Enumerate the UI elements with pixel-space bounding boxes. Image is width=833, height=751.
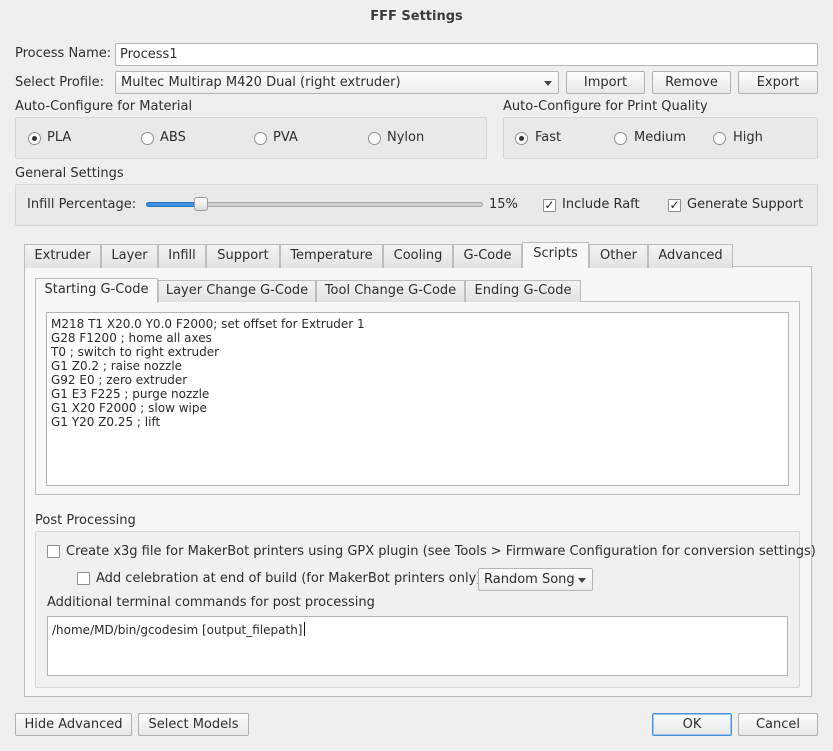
tab-cooling[interactable]: Cooling xyxy=(383,244,453,268)
terminal-commands-editor[interactable]: /home/MD/bin/gcodesim [output_filepath] xyxy=(47,616,788,676)
include-raft-checkbox[interactable]: ✓ xyxy=(543,199,556,212)
ok-button[interactable]: OK xyxy=(652,713,732,736)
material-label-pla: PLA xyxy=(47,130,72,145)
general-settings-title: General Settings xyxy=(15,166,124,181)
terminal-commands-text: /home/MD/bin/gcodesim [output_filepath] xyxy=(52,623,303,637)
tab-advanced[interactable]: Advanced xyxy=(648,244,733,268)
quality-label-fast: Fast xyxy=(535,130,562,145)
profile-select-value: Multec Multirap M420 Dual (right extrude… xyxy=(121,75,401,90)
infill-label: Infill Percentage: xyxy=(27,197,137,212)
gcode-line: G1 X20 F2000 ; slow wipe xyxy=(51,401,207,415)
hide-advanced-button[interactable]: Hide Advanced xyxy=(15,713,132,736)
starting-gcode-editor[interactable]: M218 T1 X20.0 Y0.0 F2000; set offset for… xyxy=(46,312,789,486)
infill-slider-handle[interactable] xyxy=(194,197,208,211)
gcode-line: G92 E0 ; zero extruder xyxy=(51,373,188,387)
tab-scripts[interactable]: Scripts xyxy=(522,242,589,268)
gcode-line: G28 F1200 ; home all axes xyxy=(51,331,212,345)
chevron-down-icon xyxy=(578,578,586,583)
post-processing-title: Post Processing xyxy=(35,513,136,528)
tab-layer[interactable]: Layer xyxy=(101,244,158,268)
subtab-layer-change-gcode[interactable]: Layer Change G-Code xyxy=(158,280,316,302)
quality-radio-fast[interactable] xyxy=(515,132,528,145)
celebration-checkbox[interactable] xyxy=(77,572,90,585)
tab-gcode[interactable]: G-Code xyxy=(453,244,522,268)
material-group-title: Auto-Configure for Material xyxy=(15,99,193,114)
tab-support[interactable]: Support xyxy=(206,244,280,268)
select-profile-label: Select Profile: xyxy=(15,75,105,90)
gcode-line: T0 ; switch to right extruder xyxy=(51,345,220,359)
material-label-nylon: Nylon xyxy=(387,130,425,145)
terminal-commands-label: Additional terminal commands for post pr… xyxy=(47,595,375,610)
quality-label-high: High xyxy=(733,130,763,145)
tab-other[interactable]: Other xyxy=(589,244,648,268)
gcode-line: G1 Z0.2 ; raise nozzle xyxy=(51,359,183,373)
subtab-starting-gcode[interactable]: Starting G-Code xyxy=(35,278,158,303)
select-models-button[interactable]: Select Models xyxy=(138,713,249,736)
process-name-label: Process Name: xyxy=(15,46,112,61)
process-name-input[interactable]: Process1 xyxy=(115,43,818,66)
create-x3g-label: Create x3g file for MakerBot printers us… xyxy=(66,544,816,559)
infill-slider-fill xyxy=(146,202,201,207)
radio-selected-dot xyxy=(519,136,524,141)
gcode-line: G1 E3 F225 ; purge nozzle xyxy=(51,387,210,401)
song-select[interactable]: Random Song xyxy=(478,568,593,591)
tab-temperature[interactable]: Temperature xyxy=(280,244,383,268)
material-radio-abs[interactable] xyxy=(141,132,154,145)
import-button[interactable]: Import xyxy=(566,71,645,94)
export-button[interactable]: Export xyxy=(738,71,818,94)
material-radio-nylon[interactable] xyxy=(368,132,381,145)
quality-radio-high[interactable] xyxy=(713,132,726,145)
window-title: FFF Settings xyxy=(370,9,463,24)
material-radio-pva[interactable] xyxy=(254,132,267,145)
text-caret xyxy=(303,622,305,636)
celebration-label: Add celebration at end of build (for Mak… xyxy=(96,571,482,586)
quality-radio-medium[interactable] xyxy=(614,132,627,145)
quality-label-medium: Medium xyxy=(634,130,686,145)
material-label-pva: PVA xyxy=(273,130,298,145)
create-x3g-checkbox[interactable] xyxy=(47,545,60,558)
material-label-abs: ABS xyxy=(160,130,186,145)
radio-selected-dot xyxy=(32,136,37,141)
chevron-down-icon xyxy=(544,81,552,86)
material-radio-pla[interactable] xyxy=(28,132,41,145)
infill-value: 15% xyxy=(489,197,518,212)
tab-extruder[interactable]: Extruder xyxy=(24,244,101,268)
subtab-tool-change-gcode[interactable]: Tool Change G-Code xyxy=(316,280,465,302)
subtab-ending-gcode[interactable]: Ending G-Code xyxy=(465,280,581,302)
include-raft-label: Include Raft xyxy=(562,197,640,212)
generate-support-label: Generate Support xyxy=(687,197,804,212)
gcode-line: G1 Y20 Z0.25 ; lift xyxy=(51,415,161,429)
remove-button[interactable]: Remove xyxy=(652,71,731,94)
song-select-value: Random Song xyxy=(484,572,575,587)
quality-group-title: Auto-Configure for Print Quality xyxy=(503,99,708,114)
checkmark-icon: ✓ xyxy=(669,198,680,212)
gcode-line: M218 T1 X20.0 Y0.0 F2000; set offset for… xyxy=(51,317,365,331)
cancel-button[interactable]: Cancel xyxy=(738,713,818,736)
profile-select[interactable]: Multec Multirap M420 Dual (right extrude… xyxy=(115,71,559,94)
tab-infill[interactable]: Infill xyxy=(158,244,206,268)
checkmark-icon: ✓ xyxy=(544,198,555,212)
generate-support-checkbox[interactable]: ✓ xyxy=(668,199,681,212)
